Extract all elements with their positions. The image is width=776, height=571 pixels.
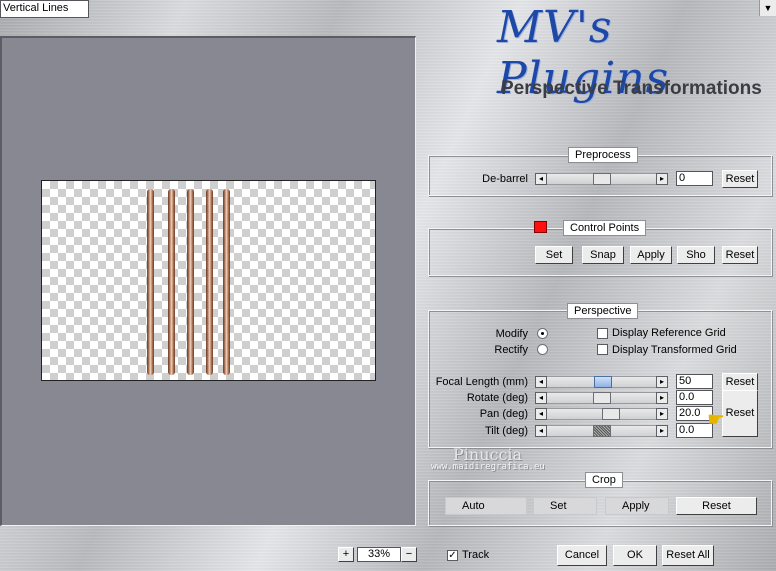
display-reference-grid-label: Display Reference Grid [612,327,726,339]
crop-set-button[interactable]: Set [533,497,597,515]
crop-title: Crop [585,472,623,488]
pan-slider-thumb[interactable] [602,408,620,420]
zoom-out-button[interactable]: − [401,547,417,562]
pan-label: Pan (deg) [479,408,528,420]
preview-bar [223,189,230,375]
slider-left-arrow-icon[interactable]: ◂ [535,425,547,437]
debarrel-slider[interactable]: ◂ ▸ [535,173,668,185]
display-reference-grid-checkbox[interactable] [597,328,608,339]
display-transformed-grid-label: Display Transformed Grid [612,344,737,356]
slider-left-arrow-icon[interactable]: ◂ [535,408,547,420]
preview-bar [187,189,194,375]
tilt-slider[interactable]: ◂ ▸ [535,425,668,437]
debarrel-slider-thumb[interactable] [592,173,611,185]
focal-length-reset-button[interactable]: Reset [722,373,758,391]
slider-right-arrow-icon[interactable]: ▸ [656,408,668,420]
focal-length-label: Focal Length (mm) [435,376,528,388]
display-transformed-grid-checkbox[interactable] [597,344,608,355]
pan-slider[interactable]: ◂ ▸ [535,408,668,420]
slider-left-arrow-icon[interactable]: ◂ [535,173,547,185]
preview-canvas[interactable] [41,180,376,381]
tilt-label: Tilt (deg) [485,425,528,437]
line-type-select[interactable]: Vertical Lines ▼ [0,0,776,18]
modify-label: Modify [495,328,528,340]
cancel-button[interactable]: Cancel [557,545,607,566]
rotate-slider[interactable]: ◂ ▸ [535,392,668,404]
zoom-in-button[interactable]: + [338,547,354,562]
line-type-value: Vertical Lines [3,2,69,14]
cp-snap-button[interactable]: Snap [582,246,624,264]
slider-right-arrow-icon[interactable]: ▸ [656,173,668,185]
focal-length-slider[interactable]: ◂ ▸ [535,376,668,388]
tilt-slider-thumb[interactable] [593,425,611,437]
perspective-reset-button[interactable]: Reset [722,390,758,437]
preview-bar [168,189,175,375]
rectify-label: Rectify [494,344,528,356]
slider-right-arrow-icon[interactable]: ▸ [656,425,668,437]
chevron-down-icon[interactable]: ▼ [759,0,776,16]
track-checkbox[interactable]: ✓ [447,550,458,561]
watermark-url: www.maidiregrafica.eu [431,462,545,472]
slider-right-arrow-icon[interactable]: ▸ [656,392,668,404]
crop-apply-button[interactable]: Apply [605,497,669,515]
track-label: Track [462,549,490,561]
focal-length-field[interactable]: 50 [676,374,713,389]
debarrel-label: De-barrel [482,173,528,185]
slider-right-arrow-icon[interactable]: ▸ [656,376,668,388]
rotate-field[interactable]: 0.0 [676,390,713,405]
slider-left-arrow-icon[interactable]: ◂ [535,376,547,388]
rotate-slider-thumb[interactable] [593,392,611,404]
preprocess-reset-button[interactable]: Reset [722,170,758,188]
ok-button[interactable]: OK [613,545,657,566]
cp-set-button[interactable]: Set [535,246,573,264]
pointing-hand-icon: ☛ [707,409,725,431]
crop-auto-button[interactable]: Auto [445,497,527,515]
rectify-radio[interactable] [537,344,548,355]
preprocess-title: Preprocess [568,147,638,163]
debarrel-value-field[interactable]: 0 [676,171,713,186]
reset-all-button[interactable]: Reset All [662,545,714,566]
crop-reset-button[interactable]: Reset [676,497,757,515]
preview-bar [147,189,154,375]
perspective-title: Perspective [567,303,639,319]
control-points-title: Control Points [563,220,647,236]
plugin-subtitle: Perspective Transformations [501,78,762,99]
zoom-value-field[interactable]: 33% [357,547,401,562]
rotate-label: Rotate (deg) [466,392,528,404]
preview-bar [206,189,213,375]
cp-apply-button[interactable]: Apply [630,246,672,264]
focal-length-slider-thumb[interactable] [594,376,612,388]
control-point-color-swatch[interactable] [534,221,547,233]
cp-show-button[interactable]: Sho [677,246,715,264]
modify-radio[interactable] [537,328,548,339]
slider-left-arrow-icon[interactable]: ◂ [535,392,547,404]
cp-reset-button[interactable]: Reset [722,246,758,264]
